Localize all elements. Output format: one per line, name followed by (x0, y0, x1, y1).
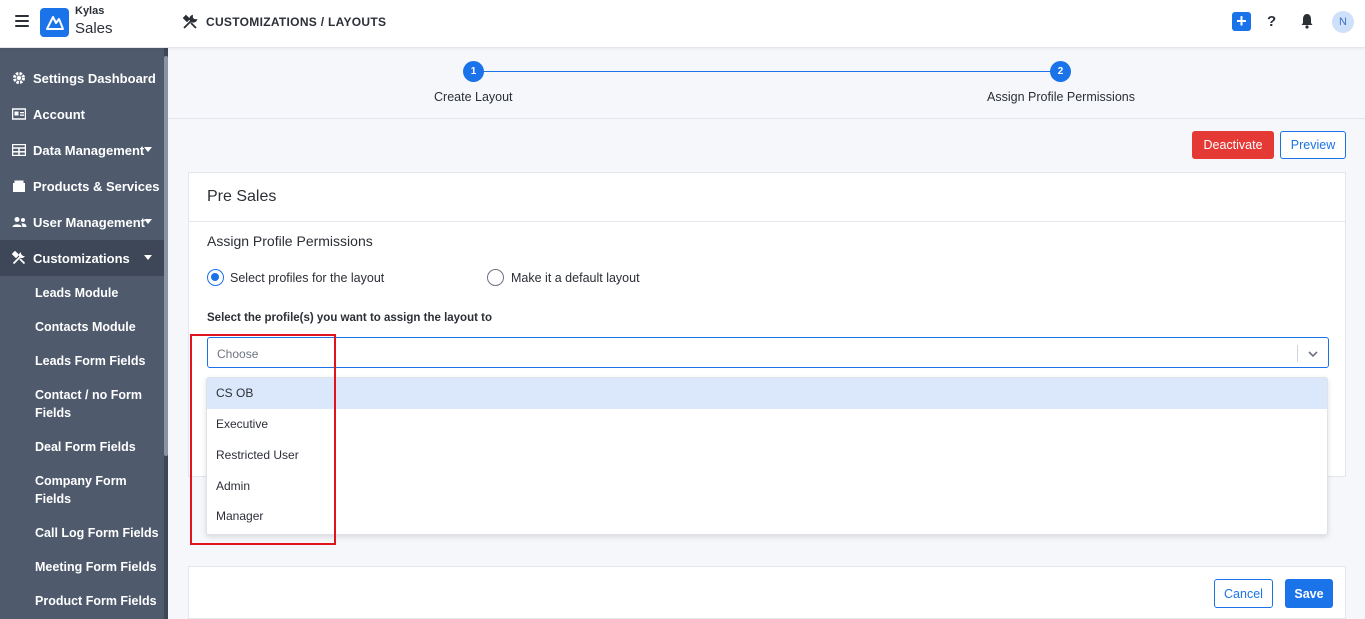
step-1-label: Create Layout (434, 90, 513, 104)
sidebar-item-products-services[interactable]: Products & Services (0, 168, 164, 204)
step-2-label: Assign Profile Permissions (987, 90, 1135, 104)
tools-icon (11, 251, 27, 265)
sidebar-item-label: Products & Services (33, 178, 160, 194)
sidebar-item-account[interactable]: Account (0, 96, 164, 132)
users-icon (11, 215, 27, 229)
radio-select-profiles-label[interactable]: Select profiles for the layout (230, 271, 384, 285)
sidebar-subitem-meeting-form-fields[interactable]: Meeting Form Fields (35, 558, 160, 576)
sidebar-scrollbar[interactable] (164, 48, 168, 619)
sidebar-item-label: Data Management (33, 142, 145, 158)
box-icon (11, 179, 27, 193)
sidebar-subitem-leads-module[interactable]: Leads Module (35, 284, 160, 302)
top-bar: Kylas Sales CUSTOMIZATIONS / LAYOUTS + ?… (0, 0, 1365, 48)
hamburger-menu-icon[interactable] (15, 15, 29, 27)
sidebar-subitem-contact-form-fields[interactable]: Contact / no Form Fields (35, 386, 160, 422)
avatar[interactable]: N (1332, 11, 1354, 33)
cancel-button[interactable]: Cancel (1214, 579, 1273, 608)
breadcrumb: CUSTOMIZATIONS / LAYOUTS (206, 15, 387, 29)
id-card-icon (11, 107, 27, 121)
dropdown-option[interactable]: CS OB (207, 378, 1327, 409)
stepper: 1 Create Layout 2 Assign Profile Permiss… (168, 48, 1365, 119)
profile-dropdown-menu: CS OB Executive Restricted User Admin Ma… (206, 377, 1328, 535)
dropdown-option[interactable]: Executive (207, 409, 1327, 440)
dropdown-option[interactable]: Restricted User (207, 440, 1327, 471)
add-icon[interactable]: + (1232, 12, 1251, 31)
sidebar-item-settings-dashboard[interactable]: Settings Dashboard (0, 60, 164, 96)
sidebar-subitem-contacts-module[interactable]: Contacts Module (35, 318, 160, 336)
sidebar-subitem-company-form-fields[interactable]: Company Form Fields (35, 472, 160, 508)
radio-select-profiles[interactable] (207, 269, 224, 286)
tools-icon (182, 14, 198, 30)
profile-select-placeholder: Choose (217, 347, 259, 361)
save-button[interactable]: Save (1285, 579, 1333, 608)
chevron-down-icon[interactable] (1307, 347, 1319, 359)
profile-select-label: Select the profile(s) you want to assign… (207, 312, 492, 324)
sidebar-subitem-deal-form-fields[interactable]: Deal Form Fields (35, 438, 160, 456)
profile-select[interactable]: Choose (207, 337, 1329, 368)
kylas-logo-icon (40, 8, 69, 37)
brand-name: Kylas (75, 5, 105, 17)
caret-down-icon (144, 219, 152, 224)
radio-default-layout[interactable] (487, 269, 504, 286)
caret-down-icon (144, 255, 152, 260)
preview-button[interactable]: Preview (1280, 131, 1346, 159)
sidebar-item-user-management[interactable]: User Management (0, 204, 164, 240)
sidebar-item-label: Customizations (33, 250, 130, 266)
brand-product: Sales (75, 20, 113, 37)
dropdown-option[interactable]: Admin (207, 471, 1327, 502)
sidebar-item-label: User Management (33, 214, 145, 230)
sidebar-item-label: Settings Dashboard (33, 70, 156, 86)
sidebar-item-label: Account (33, 106, 85, 122)
dropdown-option[interactable]: Manager (207, 501, 1327, 532)
sidebar-subitem-leads-form-fields[interactable]: Leads Form Fields (35, 352, 160, 370)
sidebar-subitem-call-log-form-fields[interactable]: Call Log Form Fields (35, 524, 160, 542)
deactivate-button[interactable]: Deactivate (1192, 131, 1274, 159)
footer-bar (188, 566, 1346, 619)
sidebar-item-customizations[interactable]: Customizations (0, 240, 164, 276)
sidebar-item-data-management[interactable]: Data Management (0, 132, 164, 168)
section-title: Assign Profile Permissions (207, 233, 373, 249)
stepper-line (473, 71, 1060, 72)
caret-down-icon (144, 147, 152, 152)
table-icon (11, 143, 27, 157)
gear-icon (11, 71, 27, 85)
layout-title: Pre Sales (207, 188, 277, 205)
sidebar-subitem-product-form-fields[interactable]: Product Form Fields (35, 592, 160, 610)
radio-default-layout-label[interactable]: Make it a default layout (511, 271, 640, 285)
help-icon[interactable]: ? (1267, 13, 1276, 30)
step-1-dot[interactable]: 1 (463, 61, 484, 82)
sidebar: Settings Dashboard Account Data Manageme… (0, 48, 168, 619)
divider (189, 221, 1345, 222)
bell-icon[interactable] (1299, 13, 1315, 29)
step-2-dot[interactable]: 2 (1050, 61, 1071, 82)
select-separator (1297, 345, 1298, 362)
